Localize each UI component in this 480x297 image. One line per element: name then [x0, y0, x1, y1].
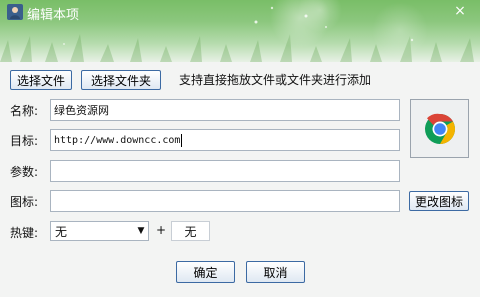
- text-caret: [181, 133, 183, 147]
- select-folder-button[interactable]: 选择文件夹: [81, 70, 161, 90]
- user-icon: [7, 4, 23, 20]
- name-label: 名称:: [10, 104, 39, 118]
- icon-path-field[interactable]: [50, 190, 400, 212]
- params-field[interactable]: [50, 160, 400, 182]
- ok-button[interactable]: 确定: [176, 261, 235, 283]
- hotkey-key-value: 无: [184, 224, 197, 239]
- icon-preview: [410, 99, 469, 158]
- target-label: 目标:: [10, 134, 39, 148]
- window-title: 编辑本项: [27, 7, 80, 22]
- select-file-button[interactable]: 选择文件: [10, 70, 72, 90]
- change-icon-button[interactable]: 更改图标: [409, 191, 469, 211]
- edit-item-dialog: 编辑本项 × 选择文件 选择文件夹 支持直接拖放文件或文件夹进行添加 名称: 绿…: [0, 0, 480, 297]
- name-value: 绿色资源网: [54, 104, 109, 117]
- chrome-icon: [424, 113, 455, 144]
- params-label: 参数:: [10, 165, 39, 179]
- target-field[interactable]: http://www.downcc.com: [50, 129, 400, 151]
- cancel-button[interactable]: 取消: [246, 261, 305, 283]
- name-field[interactable]: 绿色资源网: [50, 99, 400, 121]
- chevron-down-icon: ▼: [137, 226, 145, 236]
- hotkey-modifier-select[interactable]: 无 ▼: [50, 221, 149, 241]
- close-icon[interactable]: ×: [449, 2, 471, 20]
- hotkey-modifier-value: 无: [55, 224, 68, 239]
- title-bar[interactable]: 编辑本项 ×: [0, 0, 480, 62]
- hotkey-label: 热键:: [10, 226, 39, 240]
- target-value: http://www.downcc.com: [54, 134, 181, 146]
- hotkey-key-field[interactable]: 无: [171, 221, 210, 241]
- plus-sign: +: [156, 223, 167, 237]
- drag-drop-hint: 支持直接拖放文件或文件夹进行添加: [179, 73, 372, 87]
- icon-label: 图标:: [10, 195, 39, 209]
